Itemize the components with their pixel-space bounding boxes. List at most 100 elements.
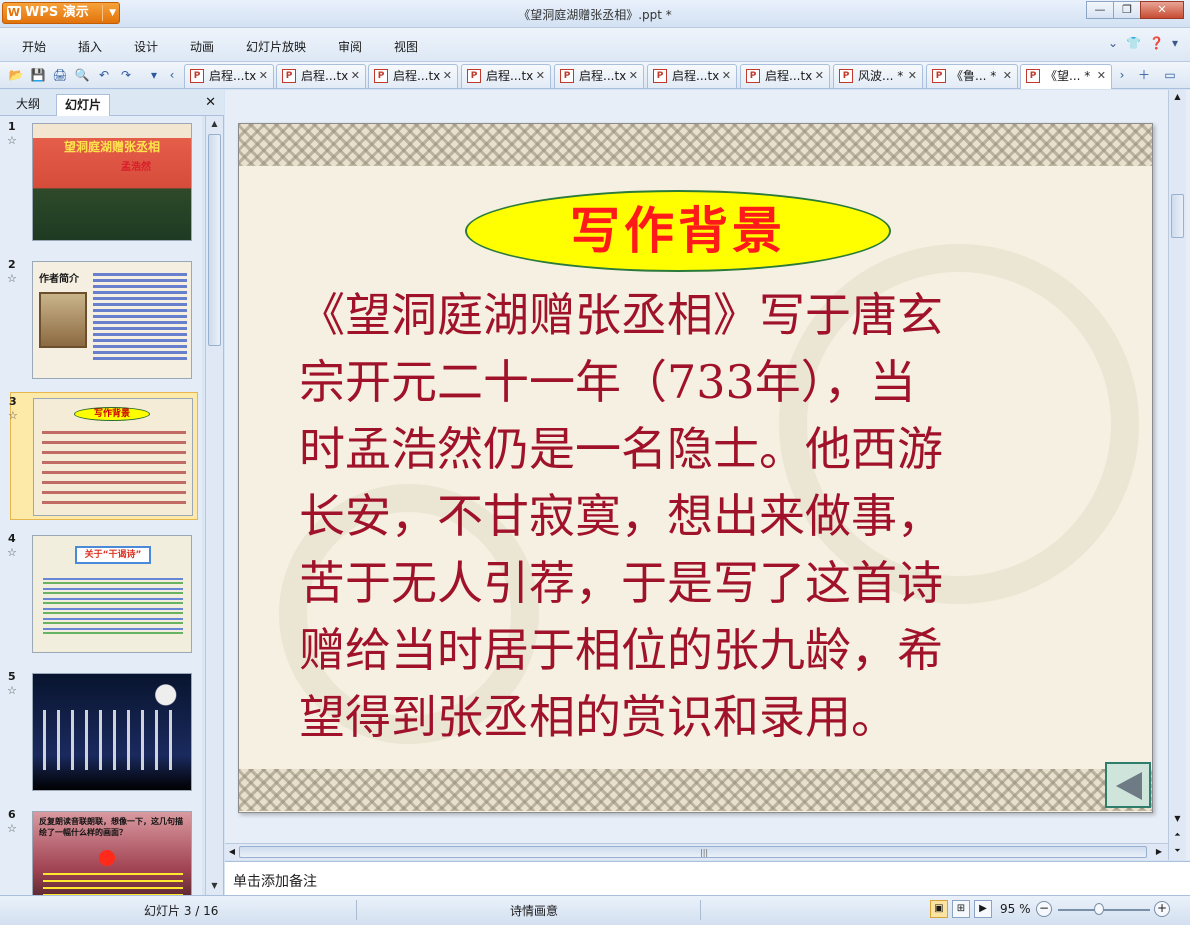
slide-title[interactable]: 写作背景 bbox=[465, 190, 891, 272]
animation-star-icon: ☆ bbox=[7, 684, 17, 697]
animation-star-icon: ☆ bbox=[7, 546, 17, 559]
tabs-scroll-right-icon[interactable]: › bbox=[1114, 67, 1130, 83]
main-horizontal-scrollbar[interactable]: ◀ ||| ▶ bbox=[225, 843, 1168, 860]
slideshow-view-icon[interactable]: ▶ bbox=[974, 900, 992, 918]
skin-icon[interactable]: 👕 bbox=[1126, 36, 1141, 50]
slide-thumbnail-1[interactable]: 1 ☆ 望洞庭湖赠张丞相 孟浩然 bbox=[7, 118, 198, 246]
scroll-down-icon[interactable]: ▼ bbox=[206, 878, 223, 894]
slide-thumbnail-5[interactable]: 5 ☆ bbox=[7, 668, 198, 796]
decorative-border-top bbox=[239, 124, 1152, 166]
notes-placeholder: 单击添加备注 bbox=[233, 874, 317, 890]
slide-thumbnail-2[interactable]: 2 ☆ 作者简介 bbox=[7, 256, 198, 384]
next-slide-icon[interactable]: ⏷ bbox=[1169, 844, 1186, 858]
menu-animation[interactable]: 动画 bbox=[190, 38, 214, 55]
slide-sorter-view-icon[interactable]: ⊞ bbox=[952, 900, 970, 918]
doc-tab-active[interactable]: P 《望... * ✕ bbox=[1020, 64, 1112, 89]
menu-review[interactable]: 审阅 bbox=[338, 38, 362, 55]
menu-design[interactable]: 设计 bbox=[134, 38, 158, 55]
minimize-button[interactable]: — bbox=[1086, 1, 1114, 19]
close-tab-icon[interactable]: ✕ bbox=[259, 65, 268, 87]
open-folder-icon[interactable]: 📂 bbox=[8, 67, 24, 83]
menu-view[interactable]: 视图 bbox=[394, 38, 418, 55]
author-portrait bbox=[39, 292, 87, 348]
menu-home[interactable]: 开始 bbox=[22, 38, 46, 55]
zoom-out-icon[interactable]: − bbox=[1036, 901, 1052, 917]
new-tab-icon[interactable]: ＋ bbox=[1136, 67, 1152, 83]
close-tab-icon[interactable]: ✕ bbox=[1003, 65, 1012, 87]
tab-outline[interactable]: 大纲 bbox=[8, 94, 48, 116]
doc-tab[interactable]: P 启程...tx ✕ bbox=[461, 64, 551, 88]
quick-toolbar: 📂 💾 🖨 🔍 ↶ ↷ ▾ ‹ P 启程...tx ✕ P 启程...tx ✕ P 启程.… bbox=[0, 62, 1190, 89]
scroll-up-icon[interactable]: ▲ bbox=[1169, 90, 1186, 104]
customize-icon[interactable]: ▾ bbox=[146, 67, 162, 83]
decorative-border-bottom bbox=[239, 769, 1152, 811]
scroll-down-icon[interactable]: ▼ bbox=[1169, 812, 1186, 826]
doc-tab[interactable]: P 启程...tx ✕ bbox=[276, 64, 366, 88]
theme-name: 诗情画意 bbox=[510, 904, 559, 918]
slides-panel-scrollbar[interactable]: ▲ ▼ bbox=[205, 116, 223, 895]
save-icon[interactable]: 💾 bbox=[30, 67, 46, 83]
zoom-level[interactable]: 95 % bbox=[1000, 902, 1031, 916]
doc-tab[interactable]: P 启程...tx ✕ bbox=[554, 64, 644, 88]
animation-star-icon: ☆ bbox=[8, 409, 18, 422]
animation-star-icon: ☆ bbox=[7, 134, 17, 147]
redo-icon[interactable]: ↷ bbox=[118, 67, 134, 83]
close-tab-icon[interactable]: ✕ bbox=[1097, 65, 1106, 87]
scroll-thumb[interactable] bbox=[1171, 194, 1184, 238]
slide-thumbnail-6[interactable]: 6 ☆ 反复朗读音联朗联，想像一下，这几句描绘了一幅什么样的画面？ bbox=[7, 806, 198, 895]
doc-tab[interactable]: P 启程...tx ✕ bbox=[647, 64, 737, 88]
current-slide[interactable]: 写作背景 《望洞庭湖赠张丞相》写于唐玄 宗开元二十一年（733年），当 时孟浩然… bbox=[238, 123, 1153, 813]
doc-tab[interactable]: P 启程...tx ✕ bbox=[740, 64, 830, 88]
prev-slide-icon[interactable]: ⏶ bbox=[1169, 828, 1186, 842]
print-icon[interactable]: 🖨 bbox=[52, 67, 68, 83]
zoom-slider-handle[interactable] bbox=[1094, 903, 1104, 915]
scroll-thumb[interactable] bbox=[208, 134, 221, 346]
close-tab-icon[interactable]: ✕ bbox=[443, 65, 452, 87]
back-arrow-icon bbox=[1116, 772, 1142, 800]
slide-counter: 幻灯片 3 / 16 bbox=[144, 904, 219, 918]
slides-panel: 大纲 幻灯片 ✕ 1 ☆ 望洞庭湖赠张丞相 孟浩然 2 ☆ 作者简介 3 ☆ 写… bbox=[0, 90, 224, 895]
close-tab-icon[interactable]: ✕ bbox=[722, 65, 731, 87]
tab-slides[interactable]: 幻灯片 bbox=[56, 94, 111, 116]
slide-thumbnail-3[interactable]: 3 ☆ 写作背景 bbox=[8, 392, 198, 520]
slide-edit-area: 写作背景 《望洞庭湖赠张丞相》写于唐玄 宗开元二十一年（733年），当 时孟浩然… bbox=[225, 90, 1190, 860]
tab-list-icon[interactable]: ▭ bbox=[1162, 67, 1178, 83]
doc-tab[interactable]: P 《鲁... * ✕ bbox=[926, 64, 1018, 88]
back-action-button[interactable] bbox=[1105, 762, 1151, 808]
status-bar: 幻灯片 3 / 16 诗情画意 ▣ ⊞ ▶ 95 % − + bbox=[0, 895, 1190, 925]
zoom-slider[interactable] bbox=[1058, 909, 1150, 911]
normal-view-icon[interactable]: ▣ bbox=[930, 900, 948, 918]
window-title: 《望洞庭湖赠张丞相》.ppt * bbox=[518, 8, 672, 22]
scroll-up-icon[interactable]: ▲ bbox=[206, 116, 223, 132]
doc-tab[interactable]: P 启程...tx ✕ bbox=[368, 64, 458, 88]
close-tab-icon[interactable]: ✕ bbox=[351, 65, 360, 87]
close-tab-icon[interactable]: ✕ bbox=[908, 65, 917, 87]
doc-tab[interactable]: P 启程...tx ✕ bbox=[184, 64, 274, 88]
close-tab-icon[interactable]: ✕ bbox=[629, 65, 638, 87]
scroll-thumb[interactable]: ||| bbox=[239, 846, 1147, 858]
slide-thumbnail-4[interactable]: 4 ☆ 关于“干谒诗” bbox=[7, 530, 198, 658]
print-preview-icon[interactable]: 🔍 bbox=[74, 67, 90, 83]
close-tab-icon[interactable]: ✕ bbox=[815, 65, 824, 87]
zoom-in-icon[interactable]: + bbox=[1154, 901, 1170, 917]
menu-slideshow[interactable]: 幻灯片放映 bbox=[246, 38, 306, 55]
tabs-scroll-left-icon[interactable]: ‹ bbox=[164, 67, 180, 83]
menu-bar: 开始 插入 设计 动画 幻灯片放映 审阅 视图 ⌄ 👕 ❓ ▾ bbox=[0, 28, 1190, 62]
close-button[interactable]: ✕ bbox=[1140, 1, 1184, 19]
scroll-left-icon[interactable]: ◀ bbox=[225, 844, 239, 860]
close-tab-icon[interactable]: ✕ bbox=[536, 65, 545, 87]
help-icon[interactable]: ❓ bbox=[1149, 36, 1164, 50]
chevron-down-icon[interactable]: ▾ bbox=[1172, 36, 1178, 50]
animation-star-icon: ☆ bbox=[7, 822, 17, 835]
menu-insert[interactable]: 插入 bbox=[78, 38, 102, 55]
notes-pane[interactable]: 单击添加备注 bbox=[225, 861, 1190, 895]
scroll-right-icon[interactable]: ▶ bbox=[1152, 844, 1166, 860]
undo-icon[interactable]: ↶ bbox=[96, 67, 112, 83]
doc-tab[interactable]: P 风波... * ✕ bbox=[833, 64, 923, 88]
main-vertical-scrollbar[interactable]: ▲ ▼ ⏶ ⏷ bbox=[1168, 90, 1186, 860]
animation-star-icon: ☆ bbox=[7, 272, 17, 285]
ribbon-collapse-icon[interactable]: ⌄ bbox=[1108, 36, 1118, 50]
maximize-button[interactable]: ❐ bbox=[1113, 1, 1141, 19]
slide-body-text[interactable]: 《望洞庭湖赠张丞相》写于唐玄 宗开元二十一年（733年），当 时孟浩然仍是一名隐… bbox=[299, 282, 1089, 751]
close-panel-icon[interactable]: ✕ bbox=[205, 95, 216, 110]
